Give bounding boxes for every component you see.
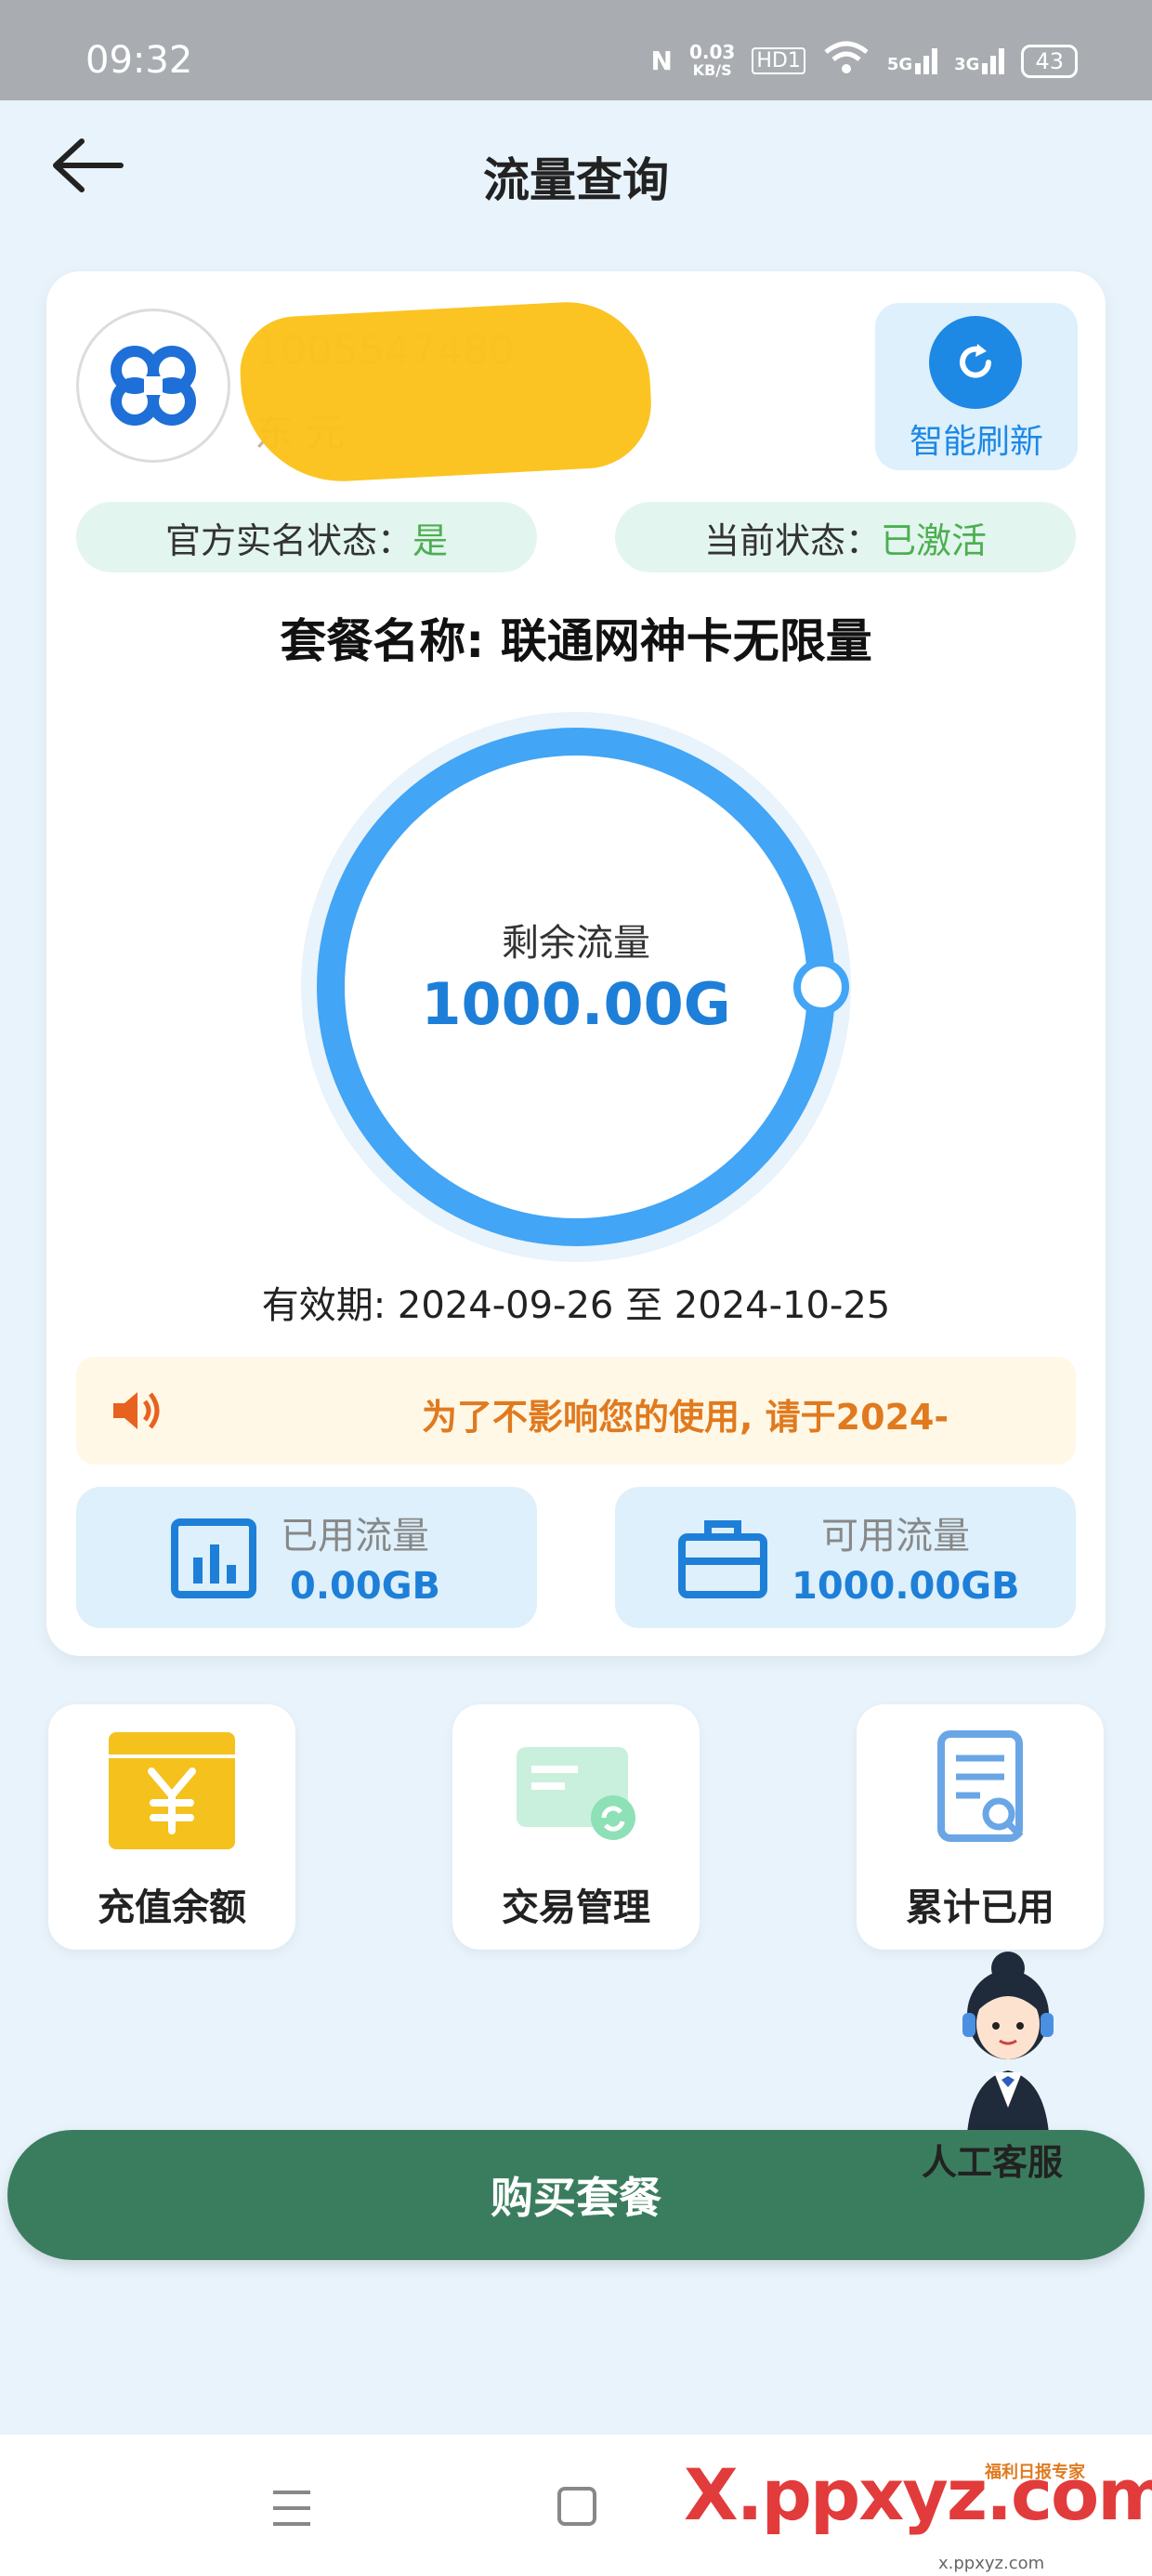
smart-refresh-button[interactable]: 智能刷新 (875, 303, 1078, 470)
speaker-icon (110, 1388, 162, 1433)
nfc-icon: N (650, 46, 673, 76)
net-3g-label: 3G (954, 54, 980, 74)
refresh-label: 智能刷新 (909, 423, 1043, 461)
watermark-tag: 福利日报专家 (985, 2463, 1085, 2482)
data-usage-card: 1005547480 东 元 智能刷新 官方实名状态： 是 当前状态： 已激活 … (46, 271, 1106, 1656)
transaction-card-icon (511, 1730, 641, 1851)
current-status-pill: 当前状态： 已激活 (615, 502, 1076, 572)
notice-text: 为了不影响您的使用, 请于2024- (422, 1397, 949, 1438)
used-data-label: 已用流量 (281, 1515, 429, 1557)
plan-name: 套餐名称: 联通网神卡无限量 (280, 614, 872, 668)
used-data-stat: 已用流量 0.00GB (76, 1487, 537, 1628)
validity-period: 有效期: 2024-09-26 至 2024-10-25 (261, 1284, 891, 1327)
wifi-icon (822, 41, 871, 81)
home-icon[interactable] (557, 2487, 596, 2526)
customer-service-agent-icon[interactable] (938, 1940, 1078, 2154)
speed-unit: KB/S (692, 60, 732, 79)
cumulative-usage-tile[interactable]: 累计已用 (857, 1704, 1104, 1950)
signal-3g-icon: 3G (954, 47, 1005, 74)
status-icons: N 0.03 KB/S HD1 5G 3G 43 (651, 41, 1078, 81)
network-speed: 0.03 KB/S (689, 43, 735, 80)
china-unicom-logo-icon (76, 309, 230, 463)
system-nav-bar: X.ppxyz.com 福利日报专家 x.ppxyz.com (0, 2435, 1152, 2576)
bar-chart-icon (169, 1517, 258, 1600)
speed-value: 0.03 (688, 40, 736, 63)
cumulative-usage-label: 累计已用 (906, 1886, 1054, 1929)
net-5g-label: 5G (886, 54, 913, 74)
yuan-icon (107, 1730, 237, 1851)
status-bar: 09:32 N 0.03 KB/S HD1 5G 3G 43 (0, 0, 1152, 100)
page-title: 流量查询 (483, 153, 669, 207)
status-time: 09:32 (85, 39, 193, 82)
realname-status-pill: 官方实名状态： 是 (76, 502, 537, 572)
available-data-value: 1000.00GB (792, 1565, 1020, 1608)
customer-service-label[interactable]: 人工客服 (922, 2134, 1063, 2185)
briefcase-icon (678, 1517, 767, 1600)
remaining-label: 剩余流量 (502, 922, 650, 965)
signal-5g-icon: 5G (886, 47, 938, 74)
recharge-balance-tile[interactable]: 充值余额 (48, 1704, 295, 1950)
menu-icon[interactable] (271, 2489, 312, 2528)
battery-icon: 43 (1021, 44, 1078, 78)
recharge-balance-label: 充值余额 (98, 1886, 246, 1929)
current-status-value: 已激活 (881, 519, 988, 561)
transaction-management-tile[interactable]: 交易管理 (452, 1704, 700, 1950)
realname-label: 官方实名状态： (164, 519, 412, 561)
available-data-label: 可用流量 (821, 1515, 970, 1557)
remaining-value: 1000.00G (421, 970, 731, 1038)
app-screen: 流量查询 1005547480 东 元 智能刷新 官方实名状态： 是 当 (0, 100, 1152, 2435)
watermark-url: x.ppxyz.com (938, 2554, 1045, 2573)
redaction-mark (237, 297, 655, 487)
document-search-icon (915, 1730, 1045, 1851)
available-data-stat: 可用流量 1000.00GB (615, 1487, 1076, 1628)
used-data-value: 0.00GB (290, 1565, 441, 1608)
refresh-icon (929, 316, 1022, 409)
notice-banner: 为了不影响您的使用, 请于2024- (76, 1357, 1076, 1465)
hd-icon: HD1 (752, 47, 805, 74)
transaction-management-label: 交易管理 (502, 1886, 650, 1929)
realname-value: 是 (412, 519, 449, 561)
current-status-label: 当前状态： (703, 519, 881, 561)
